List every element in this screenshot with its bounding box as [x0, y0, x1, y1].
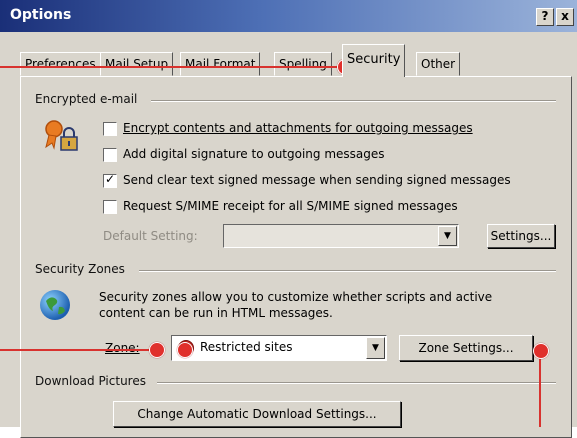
- tab-mail-format[interactable]: Mail Format: [180, 52, 261, 76]
- certificate-lock-icon: [41, 117, 85, 157]
- encrypted-divider: [151, 100, 556, 102]
- zones-description-line2: content can be run in HTML messages.: [99, 306, 333, 320]
- smime-receipt-label[interactable]: Request S/MIME receipt for all S/MIME si…: [123, 199, 458, 213]
- zones-description-line1: Security zones allow you to customize wh…: [99, 290, 493, 304]
- tab-mail-setup[interactable]: Mail Setup: [100, 52, 174, 76]
- callout-line-zone-settings: [539, 354, 541, 427]
- zone-settings-button[interactable]: Zone Settings...: [399, 335, 533, 361]
- zone-label: Zone:: [105, 341, 140, 355]
- callout-line-security-tab: [0, 66, 343, 68]
- security-zones-heading: Security Zones: [35, 262, 125, 276]
- download-divider: [157, 382, 556, 384]
- default-setting-label: Default Setting:: [103, 229, 198, 243]
- close-button[interactable]: x: [556, 8, 574, 26]
- add-signature-checkbox[interactable]: [103, 148, 117, 162]
- download-pictures-heading: Download Pictures: [35, 374, 146, 388]
- chevron-down-icon[interactable]: ▼: [438, 226, 457, 246]
- encrypt-contents-label[interactable]: Encrypt contents and attachments for out…: [123, 121, 473, 135]
- window-title: Options: [10, 7, 72, 23]
- tab-security[interactable]: Security: [342, 44, 406, 77]
- zones-divider: [139, 270, 556, 272]
- callout-marker-zone-select: [177, 342, 193, 358]
- encrypted-email-heading: Encrypted e-mail: [35, 92, 138, 106]
- smime-receipt-checkbox[interactable]: [103, 200, 117, 214]
- tab-preferences[interactable]: Preferences: [20, 52, 101, 76]
- zone-select[interactable]: Restricted sites ▼: [171, 335, 387, 361]
- encrypt-contents-checkbox[interactable]: [103, 122, 117, 136]
- options-dialog: Options ? x Preferences Mail Setup Mail …: [0, 0, 577, 438]
- tab-other[interactable]: Other: [416, 52, 461, 76]
- title-bar[interactable]: Options ? x: [0, 0, 577, 32]
- callout-line-zone-label: [0, 349, 155, 351]
- add-signature-label[interactable]: Add digital signature to outgoing messag…: [123, 147, 385, 161]
- callout-marker-zone-settings: [533, 343, 549, 359]
- globe-icon: [39, 289, 71, 321]
- clear-text-signed-checkbox[interactable]: [103, 172, 117, 188]
- chevron-down-icon[interactable]: ▼: [366, 337, 385, 359]
- tab-spelling[interactable]: Spelling: [274, 52, 332, 76]
- callout-marker-zone-label: [149, 342, 165, 358]
- help-button[interactable]: ?: [536, 8, 554, 26]
- zone-select-value: Restricted sites: [200, 340, 293, 354]
- security-tab-panel: Encrypted e-mail Encrypt contents and at…: [20, 76, 572, 438]
- settings-button[interactable]: Settings...: [487, 224, 555, 248]
- clear-text-signed-label[interactable]: Send clear text signed message when send…: [123, 173, 511, 187]
- change-download-settings-button[interactable]: Change Automatic Download Settings...: [113, 401, 401, 427]
- default-setting-select[interactable]: ▼: [223, 224, 459, 248]
